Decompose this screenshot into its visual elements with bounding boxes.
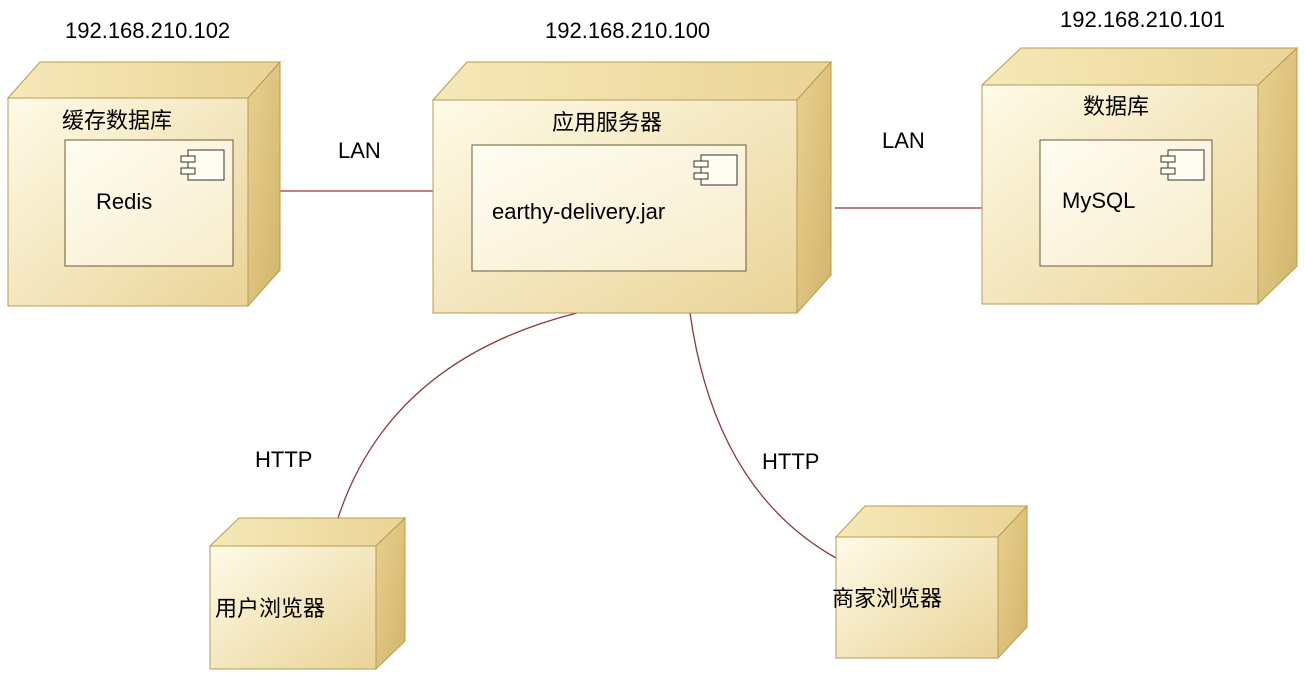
db-component-label: MySQL [1062,188,1135,213]
app-ip-label: 192.168.210.100 [545,18,710,43]
node-db-server[interactable] [980,46,1299,306]
node-side-face [796,60,832,315]
edge-label-app-merchant: HTTP [762,449,819,474]
node-user-browser[interactable] [208,516,407,671]
redis-component-label: Redis [96,189,152,214]
node-top-face [208,517,407,547]
node-redis-server[interactable] [6,60,282,308]
node-side-face [247,60,281,308]
merchant-browser-title: 商家浏览器 [832,586,942,611]
deployment-diagram: 192.168.210.102 192.168.210.100 192.168.… [6,7,1299,671]
node-top-face [6,61,282,99]
app-node-title: 应用服务器 [552,110,662,135]
node-top-face [834,505,1029,538]
node-top-face [431,61,833,101]
redis-ip-label: 192.168.210.102 [65,18,230,43]
app-component-label: earthy-delivery.jar [492,199,665,224]
edge-label-app-user: HTTP [255,447,312,472]
node-app-server[interactable] [431,60,833,315]
edge-app-merchant-browser [689,312,837,559]
user-browser-title: 用户浏览器 [215,596,325,621]
db-node-title: 数据库 [1083,94,1149,119]
node-side-face [1257,46,1298,306]
edge-app-user-browser [337,312,578,519]
edge-label-app-db: LAN [882,128,925,153]
db-ip-label: 192.168.210.101 [1060,7,1225,32]
redis-node-title: 缓存数据库 [62,108,172,133]
node-merchant-browser[interactable] [834,504,1029,660]
node-top-face [980,47,1299,86]
edge-label-redis-app: LAN [338,138,381,163]
